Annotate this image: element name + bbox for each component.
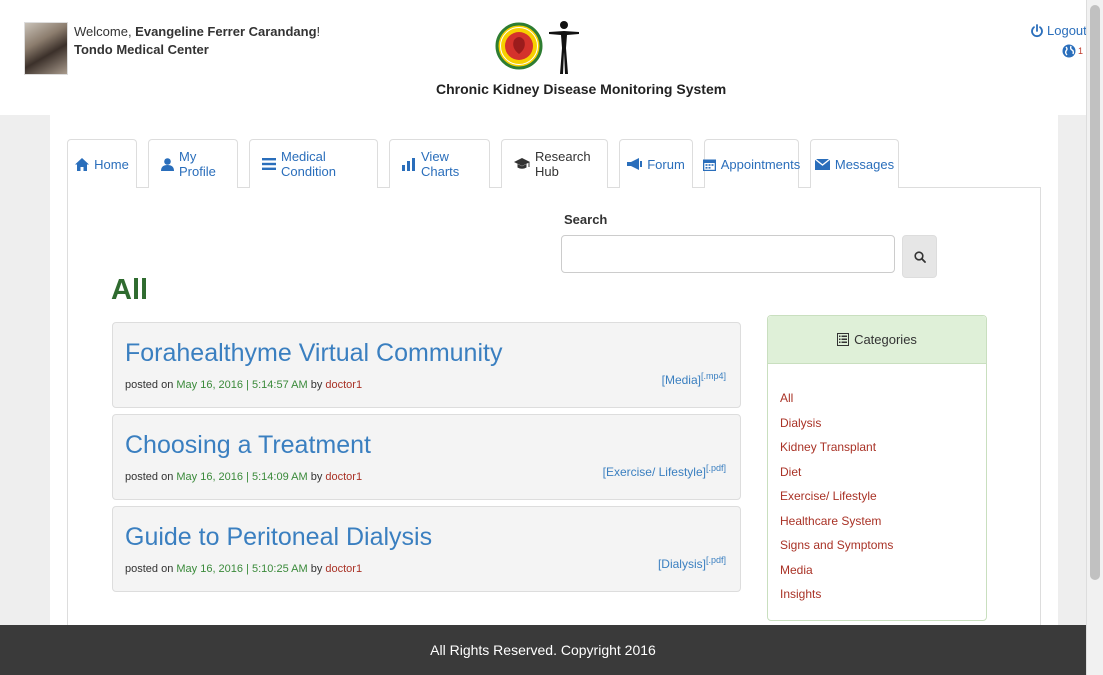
category-link-dialysis[interactable]: Dialysis	[780, 411, 986, 436]
section-heading: All	[111, 274, 149, 306]
post-category: [Dialysis]	[657, 557, 706, 571]
post-category-tag[interactable]: [Exercise/ Lifestyle][.pdf]	[603, 463, 726, 479]
logout-label: Logout	[1047, 23, 1087, 38]
notification-count: 1	[1078, 46, 1084, 56]
tab-appointments[interactable]: Appointments	[702, 139, 801, 188]
post-meta: posted on May 16, 2016 | 5:14:57 AM by d…	[125, 379, 362, 391]
post-by: by	[307, 471, 326, 483]
tab-medical-condition[interactable]: Medical Condition	[249, 139, 378, 188]
welcome-prefix: Welcome,	[74, 24, 136, 39]
scrollbar[interactable]	[1086, 0, 1103, 675]
post-filetype: [.mp4]	[700, 371, 726, 381]
post-date: May 16, 2016 | 5:10:25 AM	[176, 563, 308, 575]
nav-tabs: Home My Profile Medical Condition View C…	[67, 139, 910, 188]
tab-messages[interactable]: Messages	[810, 139, 899, 188]
post-by: by	[307, 379, 326, 391]
category-link-exercise-lifestyle[interactable]: Exercise/ Lifestyle	[780, 484, 986, 509]
post-meta: posted on May 16, 2016 | 5:10:25 AM by d…	[125, 563, 362, 575]
footer-copyright: All Rights Reserved. Copyright 2016	[430, 642, 656, 658]
calendar-icon	[702, 159, 716, 171]
graduation-cap-icon	[514, 158, 530, 169]
envelope-icon	[814, 158, 830, 170]
post-author-link[interactable]: doctor1	[325, 471, 362, 483]
hospital-name: Tondo Medical Center	[74, 41, 320, 59]
tab-messages-label: Messages	[834, 156, 895, 172]
post-card: Forahealthyme Virtual Community posted o…	[112, 322, 741, 408]
search-icon	[913, 250, 926, 263]
tab-view-charts[interactable]: View Charts	[389, 139, 490, 188]
tab-medical-condition-label: Medical Condition	[281, 149, 336, 179]
notifications-button[interactable]: 1	[1062, 44, 1083, 58]
category-link-healthcare-system[interactable]: Healthcare System	[780, 509, 986, 534]
site-logo	[494, 18, 594, 76]
post-category-tag[interactable]: [Media][.mp4]	[662, 371, 726, 387]
scrollbar-thumb[interactable]	[1090, 5, 1100, 580]
categories-list: All Dialysis Kidney Transplant Diet Exer…	[768, 364, 986, 607]
welcome-line: Welcome, Evangeline Ferrer Carandang!	[74, 23, 320, 41]
globe-icon	[1062, 44, 1076, 58]
category-link-media[interactable]: Media	[780, 558, 986, 583]
post-title-link[interactable]: Guide to Peritoneal Dialysis	[125, 523, 432, 552]
tab-home-label: Home	[94, 156, 129, 172]
category-link-diet[interactable]: Diet	[780, 460, 986, 485]
avatar[interactable]	[24, 22, 68, 75]
posted-prefix: posted on	[125, 471, 177, 483]
footer: All Rights Reserved. Copyright 2016	[0, 625, 1086, 675]
category-link-kidney-transplant[interactable]: Kidney Transplant	[780, 435, 986, 460]
tab-my-profile-label: My Profile	[179, 149, 216, 179]
tab-home[interactable]: Home	[67, 139, 137, 188]
post-title-link[interactable]: Forahealthyme Virtual Community	[125, 339, 502, 368]
tab-research-hub[interactable]: Research Hub	[501, 139, 608, 188]
tab-my-profile[interactable]: My Profile	[148, 139, 238, 188]
post-meta: posted on May 16, 2016 | 5:14:09 AM by d…	[125, 471, 362, 483]
user-icon	[161, 157, 174, 171]
post-date: May 16, 2016 | 5:14:57 AM	[176, 379, 308, 391]
post-category: [Media]	[661, 373, 701, 387]
top-header: Welcome, Evangeline Ferrer Carandang! To…	[0, 0, 1087, 115]
categories-title: Categories	[854, 332, 917, 347]
site-title: Chronic Kidney Disease Monitoring System	[436, 81, 727, 97]
bar-chart-icon	[402, 157, 415, 171]
user-name: Evangeline Ferrer Carandang	[135, 24, 317, 39]
category-link-all[interactable]: All	[780, 386, 986, 411]
post-by: by	[307, 563, 326, 575]
categories-header: Categories	[768, 316, 986, 364]
categories-panel: Categories All Dialysis Kidney Transplan…	[767, 315, 987, 621]
posted-prefix: posted on	[125, 379, 177, 391]
tab-forum-label: Forum	[647, 156, 685, 172]
post-date: May 16, 2016 | 5:14:09 AM	[176, 471, 308, 483]
list-alt-icon	[837, 333, 850, 346]
home-icon	[75, 157, 90, 171]
logout-link[interactable]: Logout	[1030, 23, 1087, 38]
posted-prefix: posted on	[125, 563, 177, 575]
post-card: Guide to Peritoneal Dialysis posted on M…	[112, 506, 741, 592]
bullhorn-icon	[627, 158, 643, 170]
tab-forum[interactable]: Forum	[619, 139, 693, 188]
power-icon	[1031, 23, 1043, 37]
list-icon	[262, 158, 276, 170]
post-title-link[interactable]: Choosing a Treatment	[125, 431, 371, 460]
welcome-suffix: !	[316, 24, 321, 39]
post-author-link[interactable]: doctor1	[325, 379, 362, 391]
hospital-label: Tondo Medical Center	[74, 42, 209, 57]
seal-logo-icon	[495, 21, 579, 74]
post-category: [Exercise/ Lifestyle]	[602, 465, 706, 479]
post-filetype: [.pdf]	[705, 463, 726, 473]
post-author-link[interactable]: doctor1	[325, 563, 362, 575]
search-label: Search	[564, 212, 608, 227]
tab-research-hub-label: Research Hub	[535, 149, 591, 179]
search-button[interactable]	[902, 235, 937, 278]
post-category-tag[interactable]: [Dialysis][.pdf]	[658, 555, 726, 571]
search-input[interactable]	[561, 235, 895, 273]
post-card: Choosing a Treatment posted on May 16, 2…	[112, 414, 741, 500]
tab-view-charts-label: View Charts	[421, 149, 460, 179]
category-link-signs-and-symptoms[interactable]: Signs and Symptoms	[780, 533, 986, 558]
category-link-insights[interactable]: Insights	[780, 582, 986, 607]
welcome-block: Welcome, Evangeline Ferrer Carandang! To…	[74, 23, 320, 59]
post-filetype: [.pdf]	[705, 555, 726, 565]
tab-appointments-label: Appointments	[720, 156, 801, 172]
